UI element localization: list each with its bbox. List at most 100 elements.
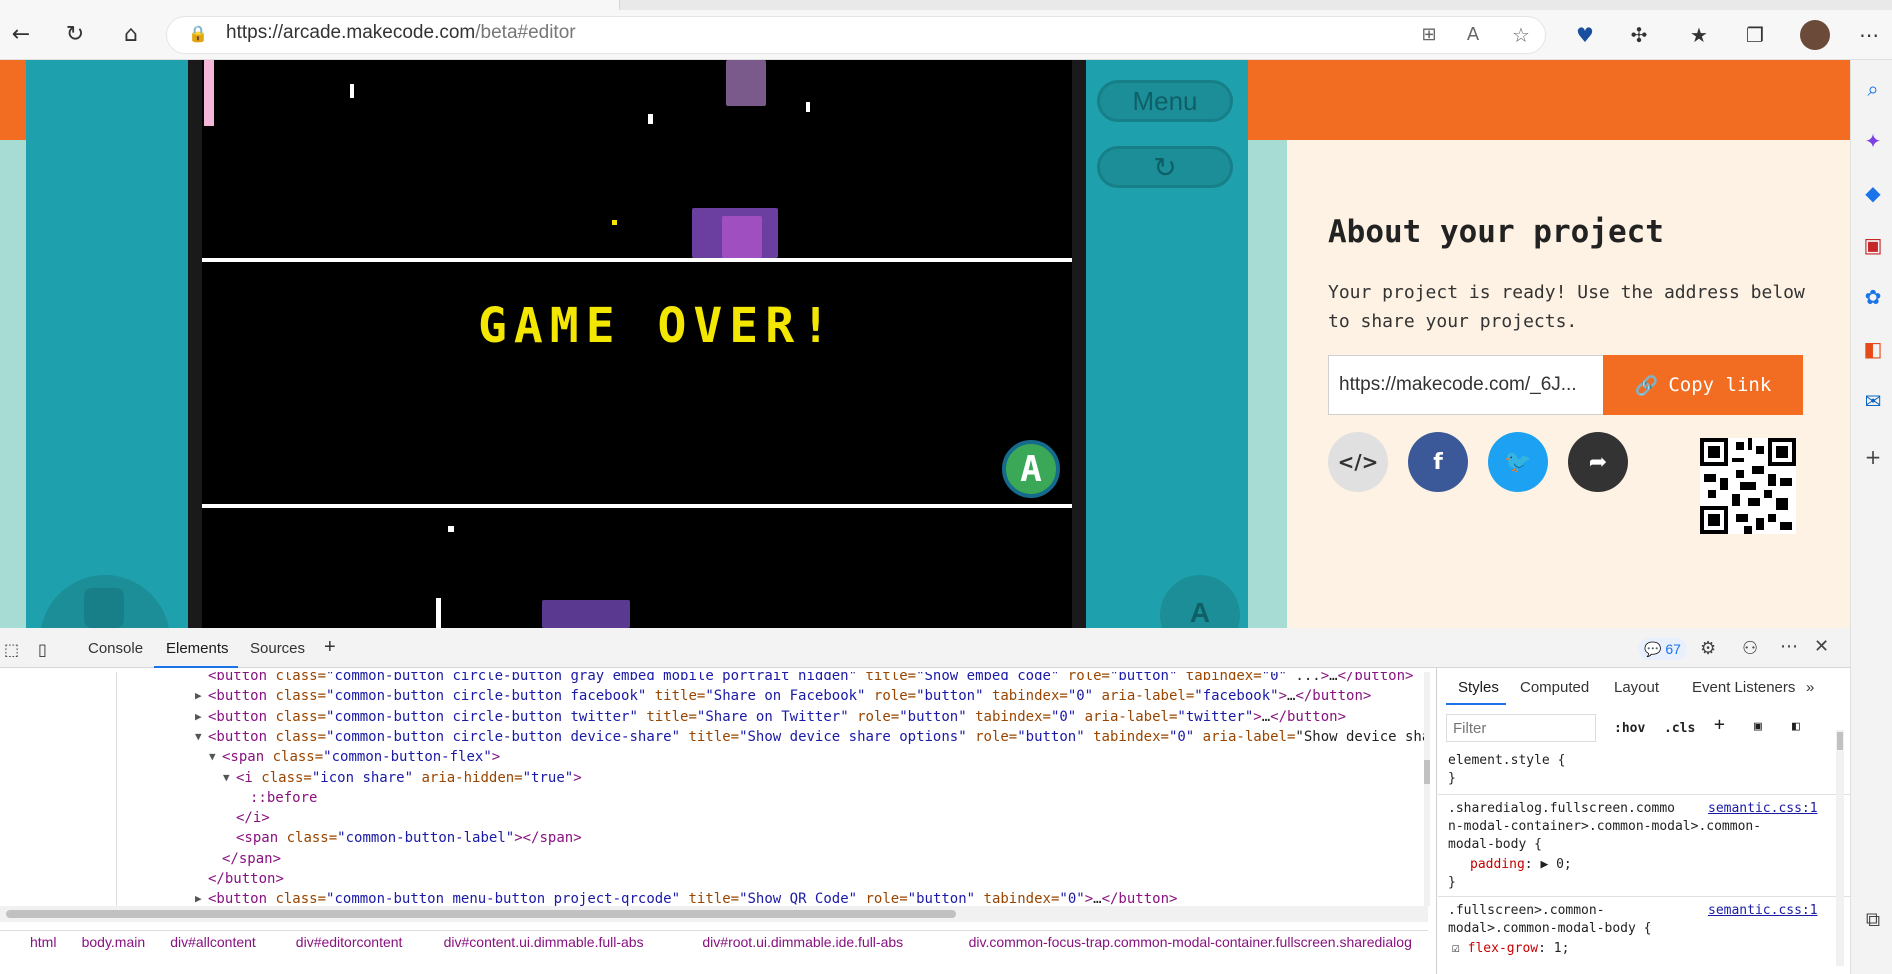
style-selector: .sharedialog.fullscreen.commo (1448, 801, 1675, 816)
property-checkbox[interactable]: ☑ (1452, 941, 1468, 956)
twitter-button[interactable]: 🐦 (1488, 432, 1548, 492)
search-icon[interactable]: ⌕ (1862, 78, 1884, 100)
tab-styles[interactable]: Styles (1458, 679, 1499, 696)
dom-node-line[interactable]: <button class="common-button circle-butt… (208, 672, 1413, 686)
outlook-icon[interactable]: ✉ (1862, 390, 1884, 412)
style-source-link[interactable]: semantic.css:1 (1708, 800, 1818, 818)
style-property[interactable]: padding: ▶ 0; (1470, 856, 1572, 874)
dom-node-line[interactable]: ▶ <button class="common-button circle-but… (195, 707, 1346, 727)
url-host: https://arcade.makecode.com (226, 22, 476, 43)
more-icon[interactable]: ⋯ (1854, 20, 1884, 50)
dom-node-line[interactable]: ▼ <i class="icon share" aria-hidden="true… (223, 768, 582, 788)
lock-icon[interactable]: 🔒 (188, 24, 208, 43)
back-icon[interactable]: ← (6, 20, 36, 50)
dom-node-line[interactable]: </i> (236, 808, 270, 828)
sidebar-settings-icon[interactable]: ⧉ (1862, 908, 1884, 930)
restart-button[interactable]: ↻ (1097, 146, 1233, 188)
breadcrumb-item[interactable]: div#content.ui.dimmable.full-abs (444, 934, 644, 950)
breadcrumb-item[interactable]: div#root.ui.dimmable.ide.full-abs (702, 934, 903, 950)
refresh-icon[interactable]: ↻ (60, 20, 90, 50)
device-share-button[interactable]: ➦ (1568, 432, 1628, 492)
star-sprite (350, 84, 354, 98)
profile-icon[interactable]: ⚇ (1742, 638, 1758, 659)
styles-filter-input[interactable] (1446, 714, 1596, 742)
dom-node-line[interactable]: ▼ <button class="common-button circle-but… (195, 727, 1428, 747)
expand-arrow-icon[interactable]: ▶ (195, 889, 202, 906)
expand-arrow-icon[interactable]: ▶ (195, 707, 202, 727)
toggle-sidebar-icon[interactable]: ◧ (1792, 718, 1800, 736)
dom-tree[interactable]: <button class="common-button circle-butt… (0, 672, 1428, 906)
cls-toggle[interactable]: .cls (1664, 720, 1695, 738)
dom-node-text: </span> (222, 850, 282, 867)
shopping-tag-icon[interactable]: ◆ (1862, 182, 1884, 204)
games-icon[interactable]: ✿ (1862, 286, 1884, 308)
collapse-arrow-icon[interactable]: ▼ (195, 727, 202, 747)
breadcrumb-item[interactable]: body.main (82, 934, 146, 950)
office-icon[interactable]: ◧ (1862, 338, 1884, 360)
style-selector: modal>.common-modal-body { (1448, 921, 1652, 936)
device-toolbar-icon[interactable]: ▯ (38, 640, 47, 659)
extensions-icon[interactable]: ✣ (1624, 20, 1654, 50)
facebook-button[interactable]: f (1408, 432, 1468, 492)
settings-icon[interactable]: ⚙ (1700, 638, 1716, 659)
dom-tree-scroll-thumb[interactable] (1424, 760, 1430, 784)
url-text[interactable]: https://arcade.makecode.com/beta#editor (226, 22, 576, 44)
embed-code-button[interactable]: </> (1328, 432, 1388, 492)
breadcrumb-item[interactable]: div#editorcontent (296, 934, 403, 950)
copy-link-label: Copy link (1668, 374, 1772, 396)
tab-layout[interactable]: Layout (1614, 679, 1659, 696)
active-tab[interactable] (0, 0, 620, 10)
tools-icon[interactable]: ▣ (1862, 234, 1884, 256)
avatar[interactable] (1800, 20, 1830, 50)
close-devtools-icon[interactable]: ✕ (1814, 636, 1829, 657)
horizontal-scroll-thumb[interactable] (6, 910, 956, 918)
dom-node-text: <button class="common-button circle-butt… (208, 672, 1414, 684)
home-icon[interactable]: ⌂ (116, 20, 146, 50)
color-format-icon[interactable]: ▣ (1754, 718, 1762, 736)
collapse-arrow-icon[interactable]: ▼ (209, 747, 216, 767)
game-screen[interactable]: GAME OVER! A (202, 60, 1072, 628)
app-available-icon[interactable]: ⊞ (1414, 20, 1444, 50)
add-sidebar-icon[interactable]: + (1862, 446, 1884, 468)
add-tab-icon[interactable]: + (324, 636, 336, 659)
more-tabs-icon[interactable]: » (1806, 679, 1814, 696)
styles-scrollbar[interactable] (1836, 730, 1844, 966)
dom-node-line[interactable]: </span> (222, 849, 281, 869)
tab-elements[interactable]: Elements (166, 640, 229, 657)
breadcrumb-item[interactable]: div#allcontent (170, 934, 256, 950)
new-rule-icon[interactable]: + (1714, 716, 1725, 734)
copy-link-button[interactable]: 🔗 Copy link (1603, 355, 1803, 415)
dpad-up[interactable] (84, 588, 124, 628)
favorites-icon[interactable]: ★ (1684, 20, 1714, 50)
heart-extension-icon[interactable]: ♥ (1570, 20, 1600, 50)
add-favorite-icon[interactable]: ☆ (1506, 20, 1536, 50)
styles-scroll-thumb[interactable] (1837, 732, 1843, 750)
qr-code[interactable] (1700, 438, 1796, 534)
read-aloud-icon[interactable]: A (1458, 20, 1488, 50)
expand-arrow-icon[interactable]: ▶ (195, 686, 202, 706)
dom-node-line[interactable]: </button> (208, 869, 284, 889)
share-link-input[interactable] (1328, 355, 1604, 415)
inspect-icon[interactable]: ⬚ (4, 640, 19, 659)
dom-node-line[interactable]: ▶ <button class="common-button circle-but… (195, 686, 1371, 706)
style-source-link[interactable]: semantic.css:1 (1708, 902, 1818, 920)
devtools-more-icon[interactable]: ⋯ (1780, 636, 1798, 657)
style-property[interactable]: ☑ flex-grow: 1; (1452, 940, 1569, 958)
tab-console[interactable]: Console (88, 640, 143, 657)
tab-sources[interactable]: Sources (250, 640, 305, 657)
dom-node-line[interactable]: ▶ <button class="common-button menu-butto… (195, 889, 1177, 906)
dom-node-line[interactable]: ::before (250, 788, 317, 808)
breadcrumb-item[interactable]: html (30, 934, 56, 950)
issues-badge[interactable]: 💬 67 (1638, 638, 1687, 660)
dom-node-line[interactable]: <span class="common-button-label"></span… (236, 828, 582, 848)
menu-button[interactable]: Menu (1097, 80, 1233, 122)
tab-computed[interactable]: Computed (1520, 679, 1589, 696)
hov-toggle[interactable]: :hov (1614, 720, 1645, 738)
tab-event-listeners[interactable]: Event Listeners (1692, 679, 1795, 696)
copilot-icon[interactable]: ✦ (1862, 130, 1884, 152)
dom-tree-scrollbar[interactable] (1424, 672, 1430, 906)
collapse-arrow-icon[interactable]: ▼ (223, 768, 230, 788)
collections-icon[interactable]: ❐ (1740, 20, 1770, 50)
breadcrumb-item[interactable]: div.common-focus-trap.common-modal-conta… (969, 934, 1412, 950)
dom-node-line[interactable]: ▼ <span class="common-button-flex"> (209, 747, 500, 767)
